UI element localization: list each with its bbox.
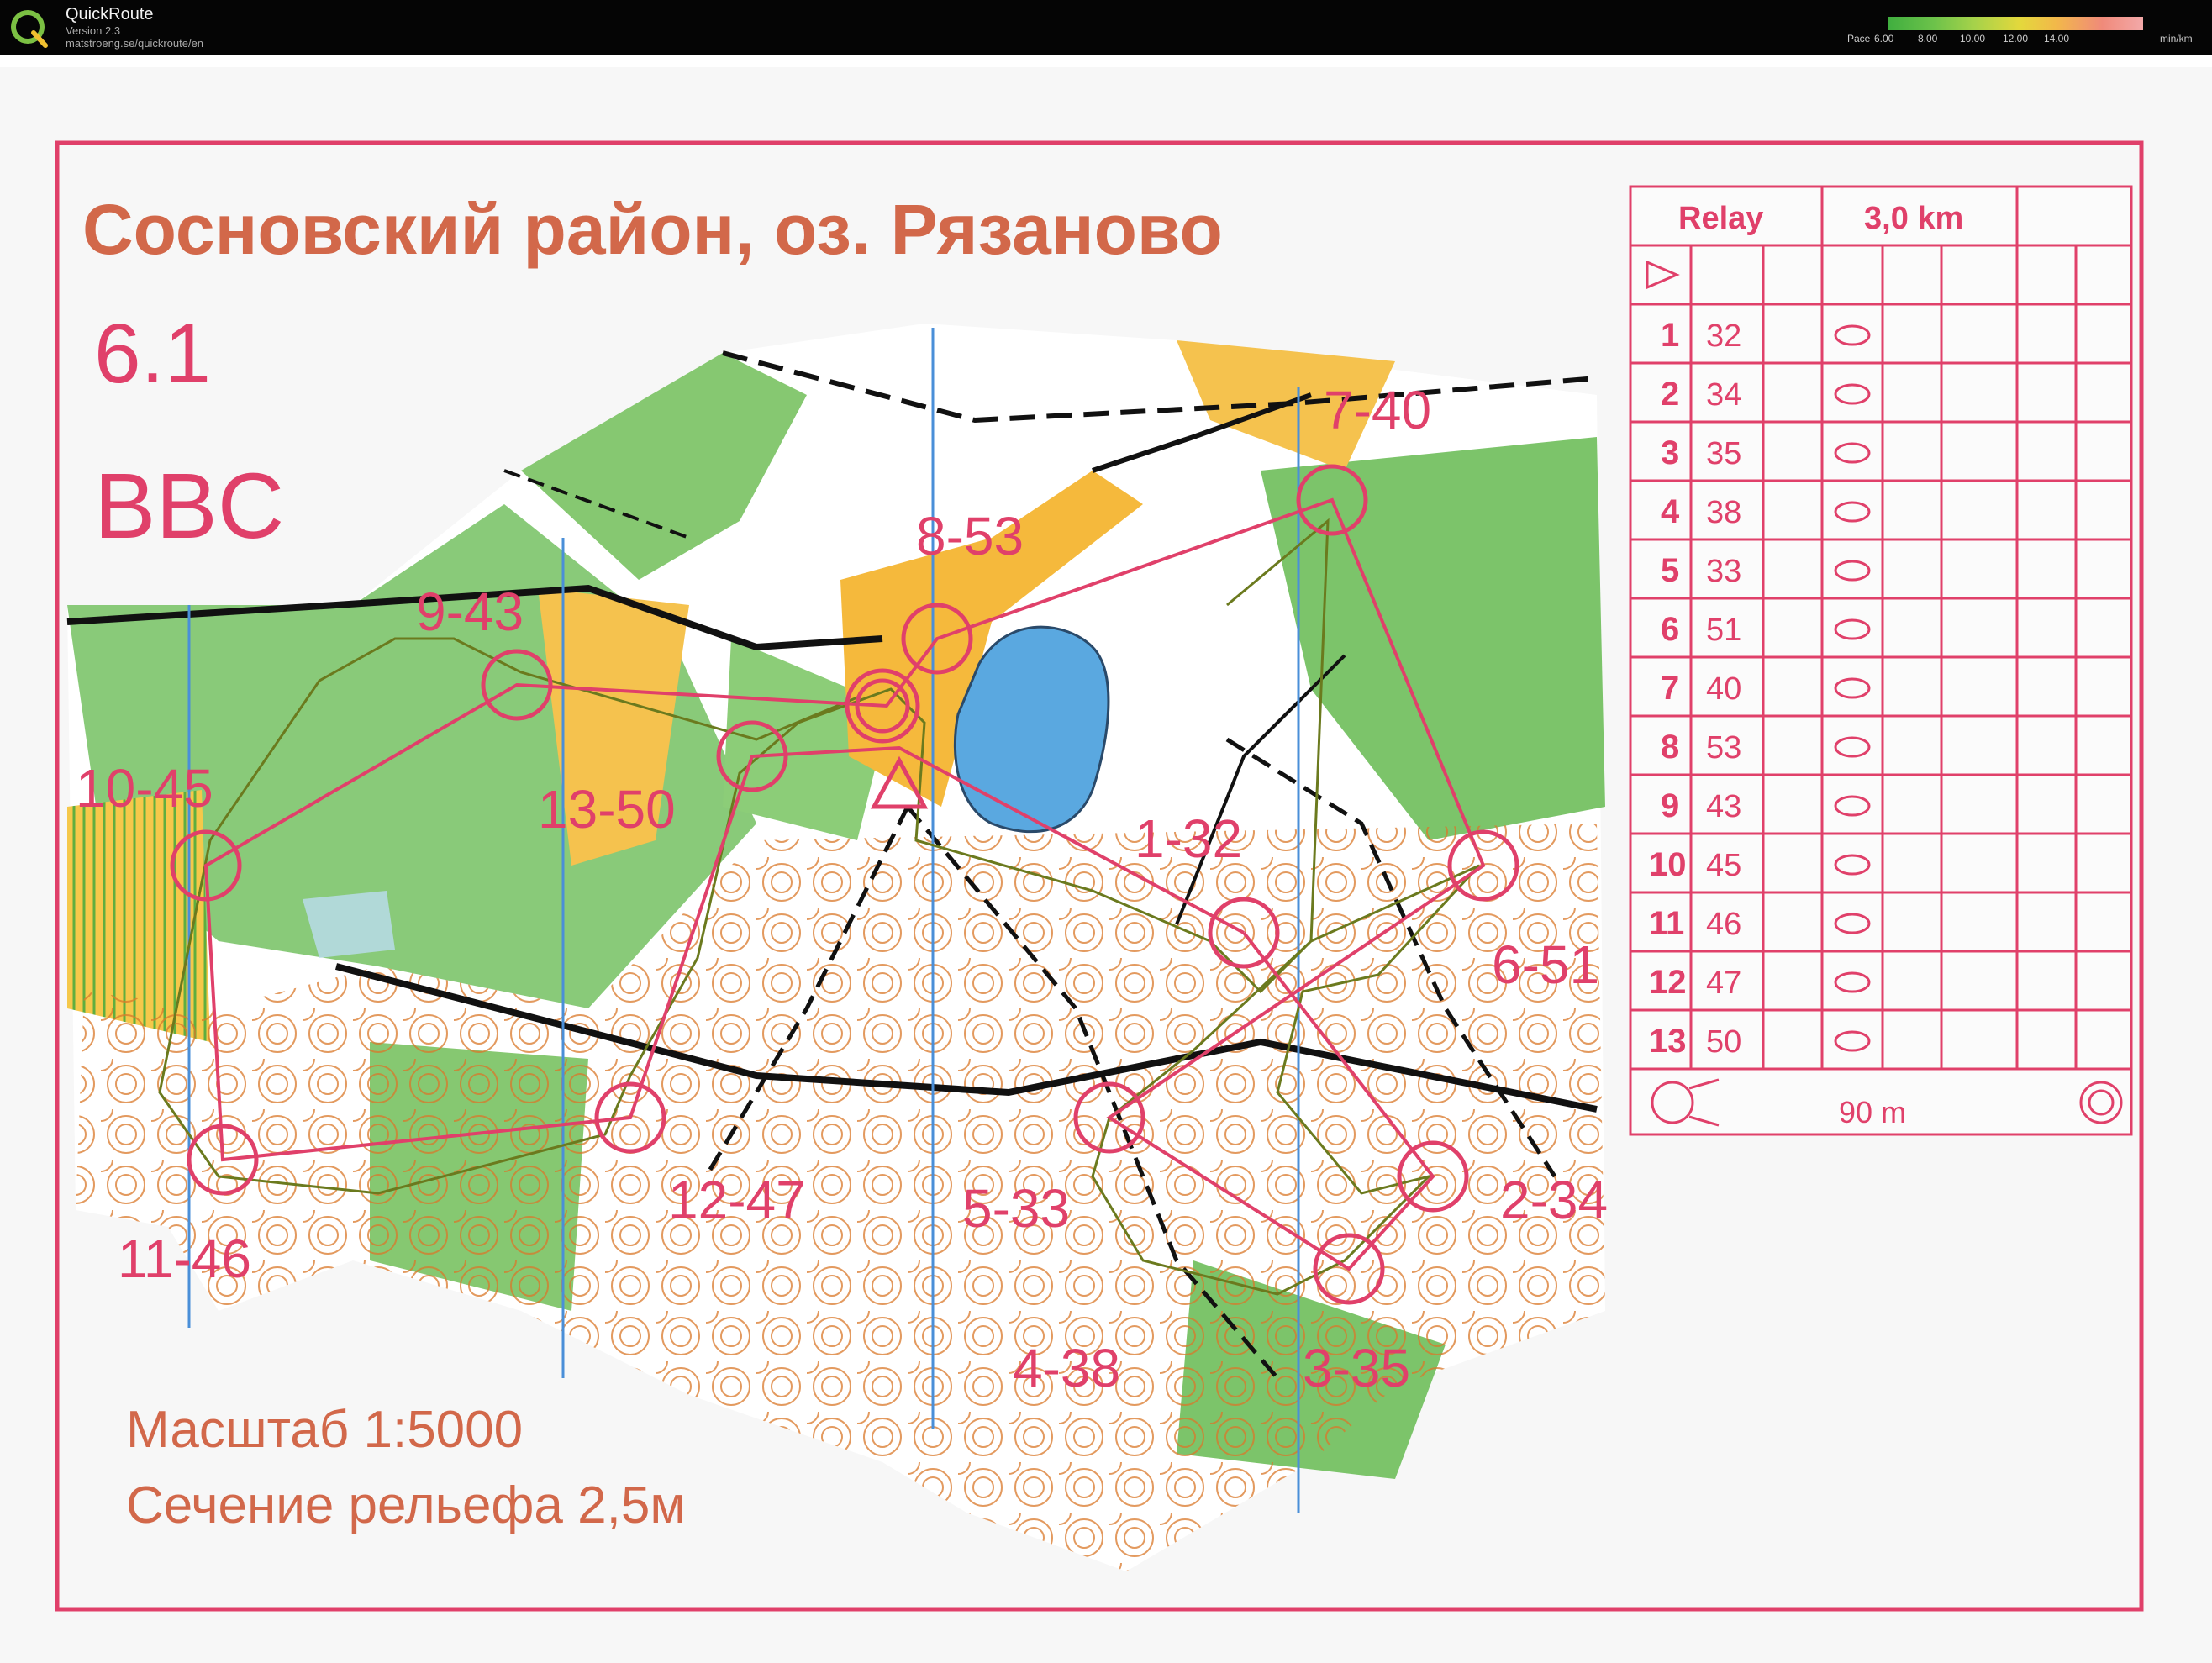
app-header-bar: QuickRoute Version 2.3 matstroeng.se/qui…	[0, 0, 2212, 55]
control-label: 13-50	[538, 779, 676, 839]
control-code: 35	[1706, 436, 1741, 471]
control-sequence-number: 9	[1661, 787, 1679, 824]
event-label: Relay	[1678, 201, 1763, 236]
control-code: 53	[1706, 730, 1741, 766]
control-code: 47	[1706, 966, 1741, 1001]
course-length: 3,0 km	[1864, 201, 1963, 236]
class-name: BBC	[94, 455, 284, 558]
contour-interval-text: Сечение рельефа 2,5м	[126, 1476, 686, 1534]
app-url: matstroeng.se/quickroute/en	[66, 37, 204, 50]
pace-color-bar	[1888, 17, 2143, 30]
pace-tick: 6.00	[1874, 33, 1894, 45]
scale-text: Масштаб 1:5000	[126, 1401, 523, 1459]
control-sequence-number: 6	[1661, 611, 1679, 648]
pace-legend-unit: min/km	[2160, 33, 2193, 45]
control-sequence-number: 7	[1661, 670, 1679, 707]
control-label: 1-32	[1135, 808, 1242, 869]
control-sequence-number: 11	[1649, 905, 1684, 942]
control-sequence-number: 10	[1649, 846, 1687, 883]
pace-tick: 14.00	[2044, 33, 2070, 45]
control-sequence-number: 8	[1661, 729, 1679, 766]
control-label: 6-51	[1492, 934, 1599, 995]
pace-tick: 12.00	[2003, 33, 2029, 45]
control-code: 50	[1706, 1024, 1741, 1060]
control-label: 8-53	[916, 506, 1024, 566]
control-sequence-number: 4	[1661, 493, 1680, 530]
pace-legend-label: Pace	[1847, 33, 1871, 45]
orienteering-map[interactable]: 1-32 2-34 3-35 4-38 5-33 6-51 7-40 8-53 …	[0, 55, 2212, 1663]
control-label: 10-45	[76, 758, 213, 818]
map-title: Сосновский район, оз. Рязаново	[82, 190, 1223, 269]
control-code: 43	[1706, 789, 1741, 824]
course-number: 6.1	[94, 307, 211, 401]
control-sequence-number: 13	[1649, 1023, 1687, 1060]
control-code: 34	[1706, 377, 1741, 413]
control-label: 3-35	[1303, 1338, 1410, 1398]
control-label: 2-34	[1500, 1170, 1608, 1230]
control-sequence-number: 1	[1661, 317, 1679, 354]
control-code: 40	[1706, 671, 1741, 707]
app-version: Version 2.3	[66, 24, 121, 37]
control-label: 7-40	[1324, 380, 1431, 440]
control-code: 51	[1706, 613, 1741, 648]
control-sequence-number: 12	[1649, 964, 1687, 1001]
pace-tick: 8.00	[1918, 33, 1938, 45]
control-label: 12-47	[668, 1170, 806, 1230]
control-label: 4-38	[1013, 1338, 1120, 1398]
control-sequence-number: 2	[1661, 376, 1679, 413]
control-code: 45	[1706, 848, 1741, 883]
quickroute-logo-icon	[11, 10, 48, 48]
control-label: 11-46	[118, 1229, 251, 1289]
app-title: QuickRoute	[66, 5, 154, 24]
control-label: 9-43	[416, 582, 524, 642]
pace-tick: 10.00	[1960, 33, 1986, 45]
control-code: 32	[1706, 318, 1741, 354]
finish-distance: 90 m	[1839, 1095, 1906, 1129]
control-code: 46	[1706, 907, 1741, 942]
control-code: 33	[1706, 554, 1741, 589]
control-label: 5-33	[962, 1178, 1070, 1239]
control-sequence-number: 5	[1661, 552, 1679, 589]
control-sequence-number: 3	[1661, 434, 1679, 471]
control-code: 38	[1706, 495, 1741, 530]
